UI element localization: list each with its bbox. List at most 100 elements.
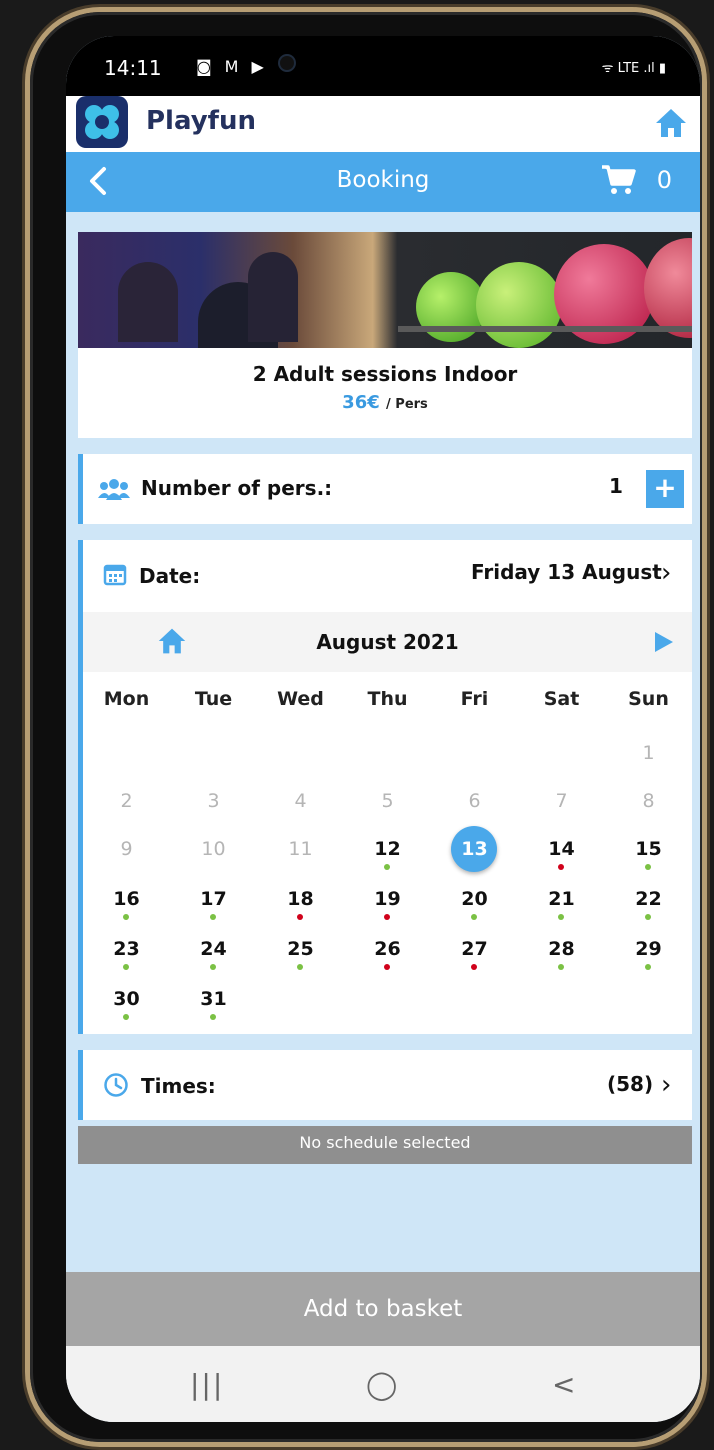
availability-dot	[471, 964, 477, 970]
calendar-day[interactable]: 25	[257, 938, 344, 960]
availability-dot	[297, 914, 303, 920]
calendar-day[interactable]: 31	[170, 988, 257, 1010]
app-header: Playfun	[66, 96, 700, 152]
screen: 14:11 ◙ M ▶ ᯤ LTE .ıl ▮ Playfun Booking	[66, 36, 700, 1422]
calendar-day: 6	[468, 790, 481, 812]
calendar-month: August 2021	[316, 630, 459, 654]
availability-dot	[297, 964, 303, 970]
clock-icon	[103, 1072, 129, 1102]
availability-dot	[558, 964, 564, 970]
back-button-icon[interactable]: <	[552, 1368, 575, 1401]
availability-dot	[384, 864, 390, 870]
availability-dot	[210, 1014, 216, 1020]
home-button-icon[interactable]: ◯	[366, 1368, 397, 1401]
availability-dot	[645, 864, 651, 870]
nav-bar: Booking 0	[66, 152, 700, 212]
app-name: Playfun	[146, 106, 256, 136]
calendar-day: 1	[642, 742, 655, 764]
calendar-day[interactable]: 27	[431, 938, 518, 960]
availability-dot	[558, 914, 564, 920]
availability-dot	[471, 914, 477, 920]
notification-icons: ◙ M ▶	[196, 57, 268, 76]
availability-dot	[645, 914, 651, 920]
camera-icon	[280, 56, 294, 70]
playfun-logo-icon	[76, 96, 128, 148]
calendar-day[interactable]: 28	[518, 938, 605, 960]
calendar-day[interactable]: 17	[170, 888, 257, 910]
product-name: 2 Adult sessions Indoor	[252, 362, 518, 386]
signal-battery-icons: ᯤ LTE .ıl ▮	[601, 61, 666, 76]
calendar-icon[interactable]	[103, 562, 127, 590]
persons-count: 1	[609, 474, 623, 498]
weekday-thu: Thu	[367, 688, 408, 710]
number-of-persons-row: Number of pers.: 1 +	[78, 454, 692, 524]
schedule-status-bar: No schedule selected	[78, 1126, 692, 1164]
calendar-day: 9	[120, 838, 133, 860]
availability-dot	[558, 864, 564, 870]
date-card: Date: Friday 13 August › August 2021 Mon…	[78, 540, 692, 1034]
availability-dot	[123, 964, 129, 970]
times-chevron-icon[interactable]: ›	[661, 1070, 671, 1100]
calendar-day[interactable]: 22	[605, 888, 692, 910]
calendar-day: 11	[288, 838, 313, 860]
availability-dot	[645, 964, 651, 970]
date-chevron-icon[interactable]: ›	[661, 558, 671, 588]
calendar-day[interactable]: 12	[344, 838, 431, 860]
calendar-day[interactable]: 29	[605, 938, 692, 960]
times-label: Times:	[141, 1074, 216, 1098]
recents-icon[interactable]: |||	[190, 1368, 224, 1401]
availability-dot	[123, 1014, 129, 1020]
availability-dot	[210, 964, 216, 970]
calendar-day: 4	[294, 790, 307, 812]
selected-date[interactable]: Friday 13 August	[471, 560, 662, 584]
price-value: 36€	[342, 392, 380, 413]
calendar-day[interactable]: 23	[83, 938, 170, 960]
calendar-header: August 2021	[83, 612, 692, 672]
people-icon	[97, 476, 131, 506]
times-row[interactable]: Times: (58) ›	[78, 1050, 692, 1120]
times-count[interactable]: (58)	[607, 1072, 653, 1096]
add-to-basket-button[interactable]: Add to basket	[66, 1272, 700, 1346]
availability-dot	[384, 964, 390, 970]
calendar-day: 10	[201, 838, 226, 860]
plus-button[interactable]: +	[646, 470, 684, 508]
home-icon[interactable]	[654, 106, 688, 144]
calendar-day[interactable]: 20	[431, 888, 518, 910]
calendar-day[interactable]: 30	[83, 988, 170, 1010]
calendar-day: 7	[555, 790, 568, 812]
calendar-day[interactable]: 13	[431, 838, 518, 860]
date-label: Date:	[139, 564, 201, 588]
calendar-day[interactable]: 26	[344, 938, 431, 960]
weekday-fri: Fri	[460, 688, 489, 710]
product-banner-image	[78, 232, 692, 348]
camera-notch	[270, 36, 510, 102]
calendar-day[interactable]: 15	[605, 838, 692, 860]
persons-label: Number of pers.:	[141, 476, 333, 500]
weekday-mon: Mon	[103, 688, 150, 710]
weekday-wed: Wed	[277, 688, 324, 710]
system-nav-bar: ||| ◯ <	[66, 1346, 700, 1422]
weekday-tue: Tue	[194, 688, 233, 710]
availability-dot	[210, 914, 216, 920]
status-bar: 14:11 ◙ M ▶ ᯤ LTE .ıl ▮	[66, 36, 700, 102]
product-price: 36€ / Pers	[78, 392, 692, 413]
cart-icon[interactable]	[600, 164, 636, 200]
calendar-day: 5	[381, 790, 394, 812]
calendar-day: 2	[120, 790, 133, 812]
calendar-day[interactable]: 24	[170, 938, 257, 960]
weekday-sun: Sun	[628, 688, 669, 710]
calendar-day[interactable]: 18	[257, 888, 344, 910]
availability-dot	[384, 914, 390, 920]
calendar-day: 8	[642, 790, 655, 812]
calendar-day[interactable]: 21	[518, 888, 605, 910]
product-card: 2 Adult sessions Indoor 36€ / Pers	[78, 232, 692, 438]
next-month-icon[interactable]	[653, 630, 675, 658]
price-unit: / Pers	[386, 397, 428, 412]
calendar-day[interactable]: 16	[83, 888, 170, 910]
calendar-day[interactable]: 19	[344, 888, 431, 910]
weekday-sat: Sat	[543, 688, 580, 710]
cart-count[interactable]: 0	[657, 166, 672, 194]
availability-dot	[123, 914, 129, 920]
status-time: 14:11	[104, 56, 162, 80]
calendar-day[interactable]: 14	[518, 838, 605, 860]
